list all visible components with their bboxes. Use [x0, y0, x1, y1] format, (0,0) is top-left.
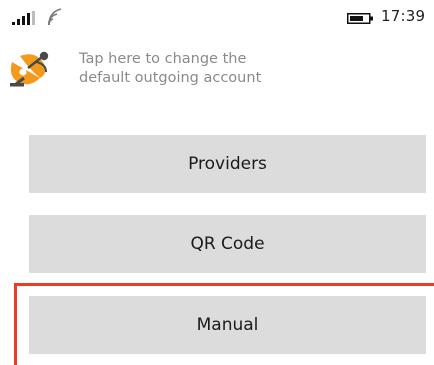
account-hint-line1: Tap here to change the: [79, 51, 247, 67]
screen: 17:39 Tap here to change the default out…: [0, 0, 434, 365]
status-bar: 17:39: [0, 0, 434, 34]
manual-button[interactable]: Manual: [29, 296, 426, 354]
signal-bars-icon: [12, 11, 35, 25]
account-hint-line2: default outgoing account: [79, 70, 262, 86]
status-clock: 17:39: [381, 7, 426, 25]
qr-code-button[interactable]: QR Code: [29, 215, 426, 273]
account-hint: Tap here to change the default outgoing …: [79, 50, 261, 88]
default-account-banner[interactable]: Tap here to change the default outgoing …: [6, 44, 306, 92]
battery-icon: [347, 13, 373, 24]
providers-button[interactable]: Providers: [29, 135, 426, 193]
wifi-icon: [48, 8, 62, 26]
mail-satellite-icon: [10, 51, 49, 87]
